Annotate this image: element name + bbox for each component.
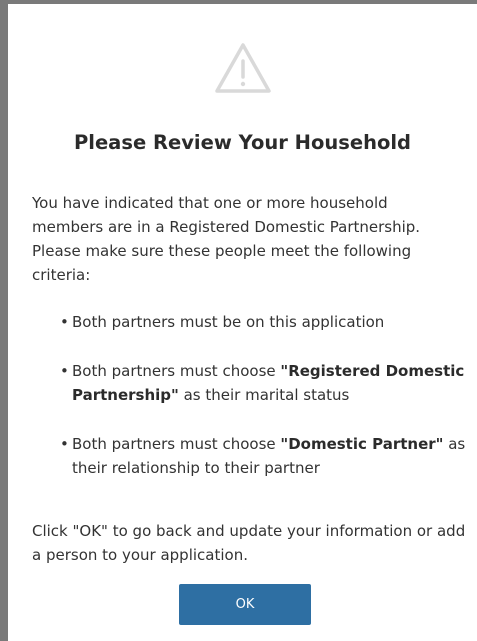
dialog-closing-text: Click "OK" to go back and update your in… [32, 522, 466, 564]
criteria-item: • Both partners must choose "Domestic Pa… [60, 435, 466, 477]
criteria-item: • Both partners must choose "Registered … [60, 362, 465, 404]
review-household-dialog: Please Review Your Household You have in… [8, 4, 477, 641]
dialog-title: Please Review Your Household [73, 131, 411, 154]
criteria-item: • Both partners must be on this applicat… [60, 313, 385, 331]
dialog-intro-text: You have indicated that one or more hous… [32, 194, 421, 284]
ok-button[interactable]: OK [179, 584, 311, 625]
warning-triangle-icon [8, 41, 477, 97]
